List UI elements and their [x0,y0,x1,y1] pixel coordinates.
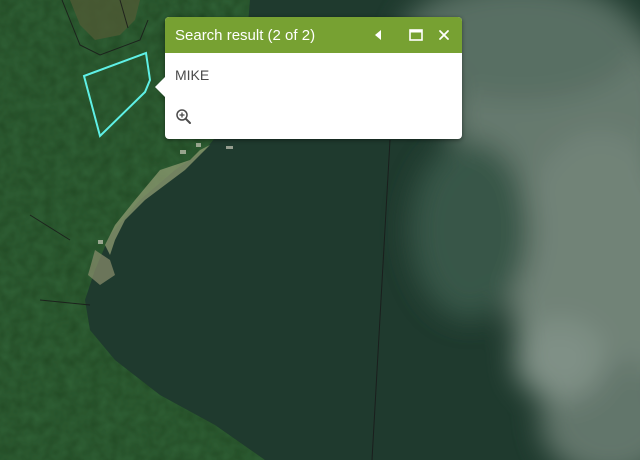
close-button[interactable] [430,17,458,53]
previous-result-button[interactable] [364,17,392,53]
popup-content: MIKE [165,53,462,83]
maximize-icon [409,29,423,41]
close-icon [439,30,449,40]
zoom-in-icon [176,109,191,124]
zoom-to-button[interactable] [175,108,193,126]
search-result-popup: Search result (2 of 2) MIKE [155,17,462,139]
triangle-left-icon [375,30,381,40]
result-name: MIKE [175,67,210,83]
maximize-button[interactable] [402,17,430,53]
popup-title: Search result (2 of 2) [175,26,316,44]
popup-pointer [155,77,165,97]
popup-header: Search result (2 of 2) [165,17,462,53]
